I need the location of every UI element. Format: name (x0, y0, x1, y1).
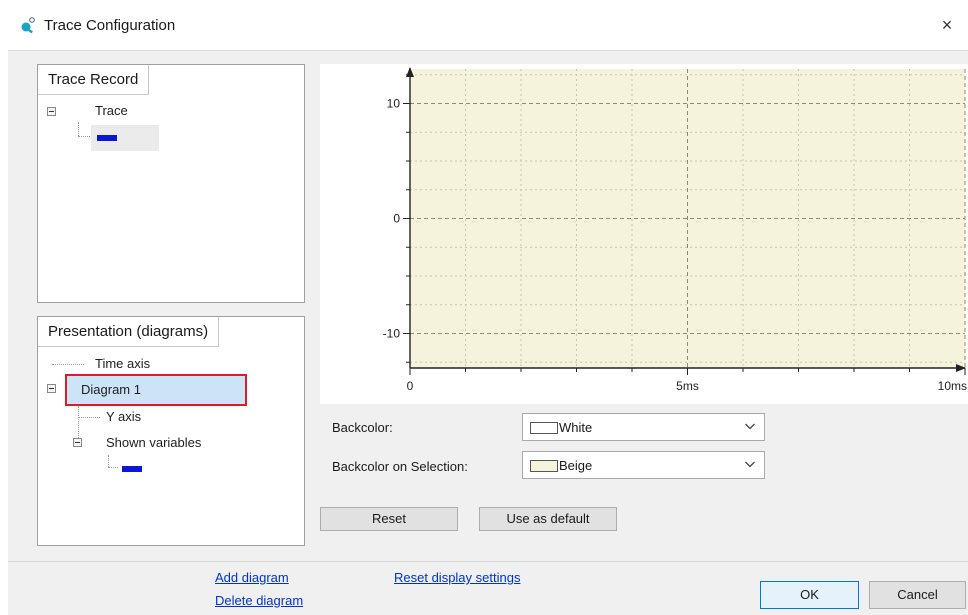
title-bar: Trace Configuration × (0, 0, 968, 50)
add-diagram-link[interactable]: Add diagram (215, 570, 289, 585)
backcolor-dropdown[interactable]: White (522, 413, 765, 441)
trace-record-panel: Trace Record Trace (37, 64, 305, 303)
trace-variable-node[interactable] (91, 125, 159, 151)
x-tick-label: 0 (407, 379, 414, 393)
tree-connector (78, 136, 90, 137)
selection-color-dropdown[interactable]: Beige (522, 451, 765, 479)
tree-node-diagram-1[interactable]: Diagram 1 (65, 374, 247, 406)
backcolor-swatch (530, 422, 558, 434)
collapse-icon[interactable] (47, 384, 56, 393)
close-icon[interactable]: × (934, 12, 960, 38)
trace-app-icon (21, 17, 35, 34)
diagram-1-label: Diagram 1 (81, 382, 141, 397)
x-tick-label: 5ms (676, 379, 699, 393)
chevron-down-icon[interactable] (744, 456, 756, 475)
tree-connector (78, 406, 79, 440)
variable-color-swatch (97, 135, 117, 141)
tree-connector (78, 417, 100, 418)
collapse-icon[interactable] (47, 107, 56, 116)
window-title: Trace Configuration (44, 17, 176, 34)
presentation-panel: Presentation (diagrams) Time axis Diagra… (37, 316, 305, 546)
use-as-default-button[interactable]: Use as default (479, 507, 617, 531)
reset-button[interactable]: Reset (320, 507, 458, 531)
delete-diagram-link[interactable]: Delete diagram (215, 593, 303, 608)
tree-connector (108, 455, 109, 467)
variable-color-swatch[interactable] (122, 466, 142, 472)
tree-connector (52, 364, 84, 365)
footer-separator (8, 561, 968, 562)
tree-node-time-axis[interactable]: Time axis (95, 353, 150, 375)
y-tick-label: 0 (393, 212, 400, 226)
dialog-body: Trace Record Trace Presentation (diagram… (8, 50, 968, 615)
backcolor-label: Backcolor: (332, 420, 393, 435)
x-tick-label: 10ms (938, 379, 967, 393)
y-tick-label: -10 (383, 327, 401, 341)
collapse-icon[interactable] (73, 438, 82, 447)
backcolor-value: White (559, 420, 593, 435)
tree-connector (108, 467, 118, 468)
tree-node-shown-variables[interactable]: Shown variables (106, 432, 201, 454)
tree-connector (78, 122, 79, 136)
ok-button[interactable]: OK (760, 581, 859, 609)
tree-node-y-axis[interactable]: Y axis (106, 406, 141, 428)
selection-color-label: Backcolor on Selection: (332, 459, 468, 474)
diagram-chart: 10 0 -10 0 5ms 10ms (383, 67, 967, 393)
chevron-down-icon[interactable] (744, 418, 756, 437)
y-tick-label: 10 (387, 97, 401, 111)
selection-color-swatch (530, 460, 558, 472)
cancel-button[interactable]: Cancel (869, 581, 966, 609)
reset-display-settings-link[interactable]: Reset display settings (394, 570, 520, 585)
diagram-preview: 10 0 -10 0 5ms 10ms (320, 64, 968, 404)
presentation-tab[interactable]: Presentation (diagrams) (38, 317, 220, 347)
trace-record-tab[interactable]: Trace Record (38, 65, 150, 95)
selection-color-value: Beige (559, 458, 593, 473)
tree-node-trace[interactable]: Trace (95, 100, 128, 122)
